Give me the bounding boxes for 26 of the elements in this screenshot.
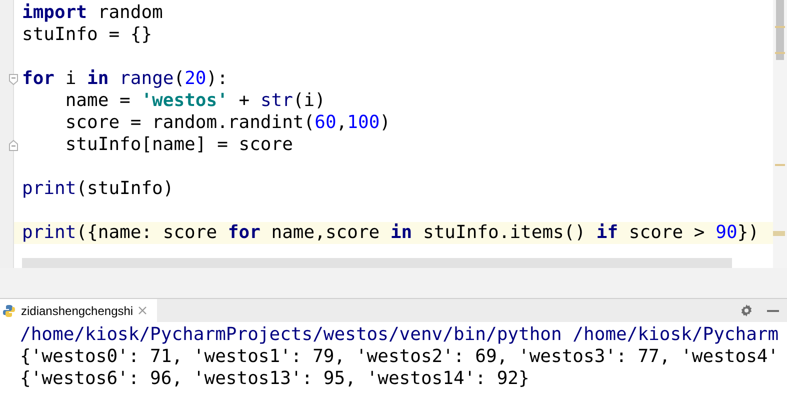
output-line: {'westos0': 71, 'westos1': 79, 'westos2': 69, 'westos3': 77, 'westos4' — [20, 346, 780, 368]
run-tab[interactable]: zidianshengchengshi — [0, 299, 158, 322]
vertical-scrollbar[interactable] — [773, 0, 787, 268]
settings-icon[interactable] — [740, 304, 753, 317]
fold-marker-icon[interactable] — [9, 140, 18, 151]
error-stripe-mark — [775, 52, 785, 54]
horizontal-scrollbar[interactable] — [22, 258, 732, 268]
code-line: score = random.randint(60,100) — [64, 112, 390, 133]
tab-label: zidianshengchengshi — [21, 302, 134, 320]
error-stripe-mark — [775, 164, 785, 166]
error-stripe-mark — [775, 26, 785, 28]
code-line: stuInfo = {} — [22, 24, 152, 45]
code-line: print(stuInfo) — [22, 178, 174, 199]
python-icon — [2, 304, 16, 318]
code-line: print({name: score for name,score in stuInfo.items() if score > 90}) — [22, 222, 759, 243]
code-line: import random — [22, 2, 163, 23]
code-line: stuInfo[name] = score — [64, 134, 293, 155]
output-line: {'westos6': 96, 'westos13': 95, 'westos14': 92} — [20, 368, 530, 390]
code-line: for i in range(20): — [22, 68, 228, 89]
close-icon[interactable] — [138, 306, 148, 315]
code-line: name = 'westos' + str(i) — [64, 90, 326, 111]
error-stripe-mark — [773, 231, 785, 236]
minimize-icon[interactable] — [767, 310, 779, 312]
scrollbar-thumb[interactable] — [776, 0, 784, 60]
fold-marker-icon[interactable] — [9, 74, 18, 85]
command-line: /home/kiosk/PycharmProjects/westos/venv/bin/python /home/kiosk/Pycharm — [20, 324, 780, 346]
